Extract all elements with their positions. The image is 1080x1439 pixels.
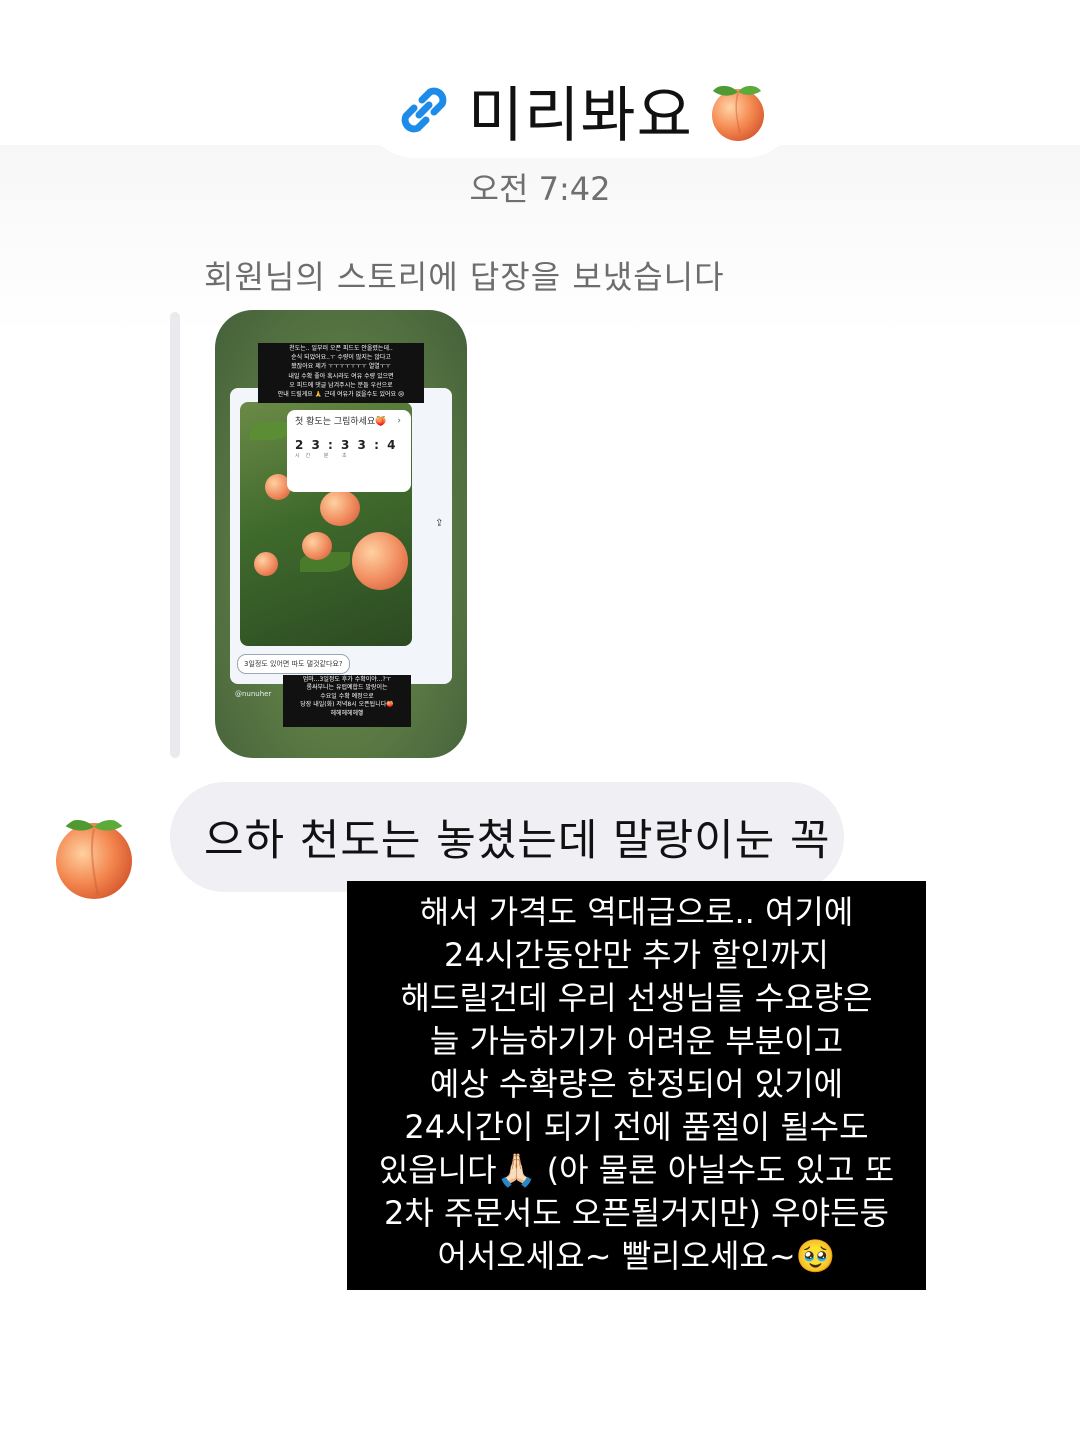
caption-line: 24시간동안만 추가 할인까지 <box>444 936 829 974</box>
countdown-label: 첫 황도는 그림하세요🍑 <box>295 417 387 427</box>
share-icon: ⇪ <box>435 518 444 529</box>
story-bottom-caption: 엄마...3일정도 후가 수확이야...?ㅜ 롬싸부니는 유럽예합드 말랑이는 … <box>283 675 411 727</box>
message-bubble[interactable]: 으하 천도는 놓쳤는데 말랑이눈 꼭 <box>170 782 844 892</box>
story-top-caption: 천도는.. 일부러 오픈 피드도 안올렸는데.. 순식 되었어요..ㅜ 수량이 … <box>258 343 424 403</box>
caption-line: 해드릴건데 우리 선생님들 수요량은 <box>400 979 873 1017</box>
countdown-sticker: › 첫 황도는 그림하세요🍑 2 3 : 3 3 : 4 시간 분 초 <box>287 410 411 492</box>
chat-header[interactable]: 미리봐요 <box>392 70 771 151</box>
caption-line: 있읍니다🙏🏻 (아 물론 아닐수도 있고 또 <box>378 1151 895 1189</box>
story-question-bubble: 3일정도 있어면 따도 댈것같다요? <box>237 654 350 674</box>
caption-line: 어서오세요~ 빨리오세요~🥹 <box>437 1237 836 1275</box>
countdown-units: 시간 분 초 <box>295 453 353 459</box>
caption-line: 해서 가격도 역대급으로.. 여기에 <box>419 893 854 931</box>
countdown-digits: 2 3 : 3 3 : 4 <box>295 438 398 452</box>
caption-line: 예상 수확량은 한정되어 있기에 <box>429 1065 844 1103</box>
chat-title: 미리봐요 <box>468 80 693 151</box>
quote-bar <box>170 312 180 758</box>
link-icon <box>401 87 447 133</box>
message-timestamp: 오전 7:42 <box>469 170 611 208</box>
caption-line: 늘 가늠하기가 어려운 부분이고 <box>429 1022 844 1060</box>
story-handle: @nunuher <box>235 690 272 698</box>
caption-line: 24시간이 되기 전에 품절이 될수도 <box>404 1108 869 1146</box>
message-text: 으하 천도는 놓쳤는데 말랑이눈 꼭 <box>204 816 831 866</box>
story-reply-notice: 회원님의 스토리에 답장을 보냈습니다 <box>204 258 725 296</box>
caption-overlay: 해서 가격도 역대급으로.. 여기에 24시간동안만 추가 할인까지 해드릴건데… <box>347 881 926 1290</box>
chevron-icon: › <box>397 416 401 426</box>
peach-emoji-icon <box>711 85 764 141</box>
caption-line: 2차 주문서도 오픈될거지만) 우야든둥 <box>384 1194 889 1232</box>
peach-avatar-icon[interactable] <box>52 815 136 899</box>
story-thumbnail[interactable]: 천도는.. 일부러 오픈 피드도 안올렸는데.. 순식 되었어요..ㅜ 수량이 … <box>215 310 467 758</box>
